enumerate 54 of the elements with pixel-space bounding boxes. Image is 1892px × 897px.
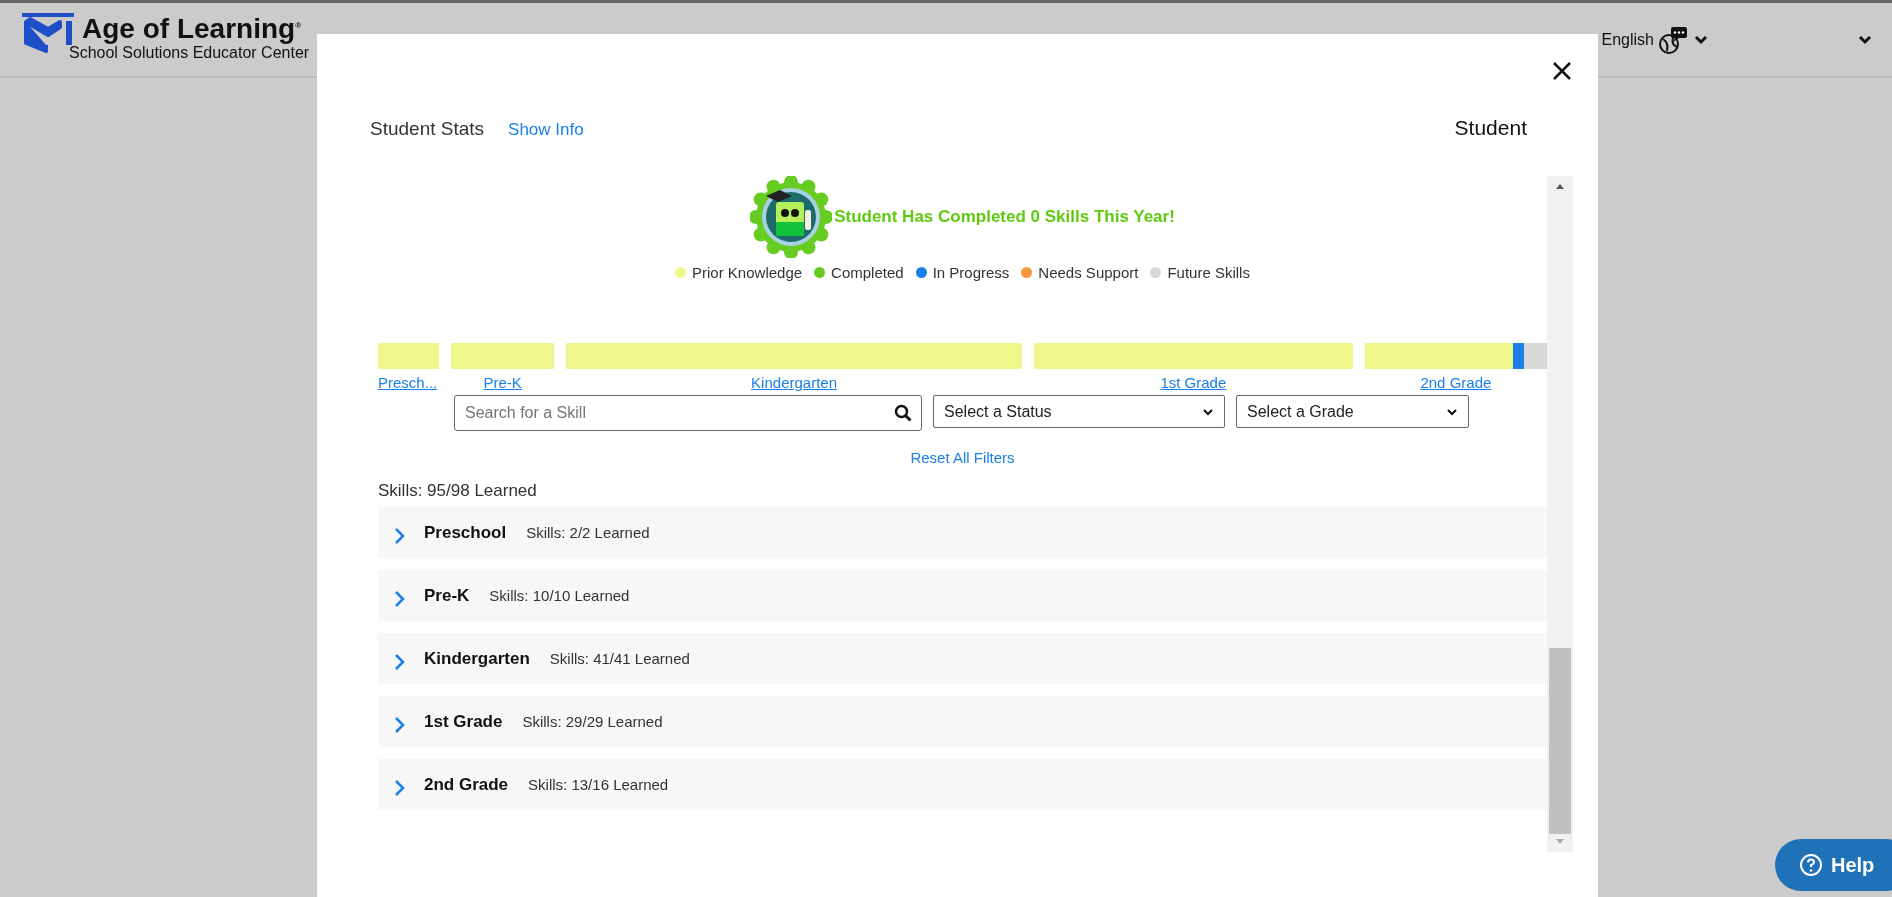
grade-accordion[interactable]: Preschool Skills: 2/2 Learned <box>378 507 1547 558</box>
reset-filters-link[interactable]: Reset All Filters <box>910 449 1015 466</box>
search-field[interactable]: Search for a Skill <box>454 395 922 431</box>
caret-icon <box>1694 35 1708 45</box>
grade-accordion[interactable]: Pre-K Skills: 10/10 Learned <box>378 570 1547 621</box>
status-dropdown[interactable]: Select a Status <box>933 395 1225 428</box>
grade-link[interactable]: 2nd Grade <box>1420 374 1492 391</box>
grade-link[interactable]: Kindergarten <box>751 374 837 391</box>
grade-accordion[interactable]: Kindergarten Skills: 41/41 Learned <box>378 633 1547 684</box>
legend-label: Needs Support <box>1038 264 1139 281</box>
grade-summary: Skills: 41/41 Learned <box>549 650 690 667</box>
legend-label: Prior Knowledge <box>692 264 803 281</box>
grade-link[interactable]: Presch... <box>378 374 438 391</box>
student-name: Student <box>1454 116 1527 140</box>
grade-link[interactable]: Pre-K <box>483 374 522 391</box>
grade-name: Pre-K <box>424 585 470 606</box>
show-info-link[interactable]: Show Info <box>508 120 584 140</box>
chevron-icon <box>394 715 406 734</box>
grade-summary: Skills: 13/16 Learned <box>528 776 669 793</box>
mascot-badge-icon <box>750 176 833 258</box>
chevron-icon <box>394 778 406 797</box>
help-icon <box>1799 853 1823 877</box>
chevron-icon <box>394 589 406 608</box>
chevron-icon <box>394 526 406 545</box>
search-icon <box>894 404 912 422</box>
site-subtitle: School Solutions Educator Center <box>69 44 310 62</box>
dialog-title: Student Stats <box>370 118 485 140</box>
scrollbar[interactable] <box>1547 176 1573 852</box>
grade-summary: Skills: 29/29 Learned <box>522 713 663 730</box>
grade-name: 1st Grade <box>424 711 503 732</box>
grade-accordion[interactable]: 2nd Grade Skills: 13/16 Learned <box>378 759 1547 810</box>
grade-name: Preschool <box>424 522 507 543</box>
grade-dropdown[interactable]: Select a Grade <box>1236 395 1469 428</box>
caret-icon <box>1202 407 1214 416</box>
grade-summary: Skills: 10/10 Learned <box>489 587 630 604</box>
completion-message: Student Has Completed 0 Skills This Year! <box>834 207 1175 227</box>
grade-summary: Skills: 2/2 Learned <box>526 524 650 541</box>
grade-link[interactable]: 1st Grade <box>1160 374 1227 391</box>
close-icon[interactable] <box>1552 61 1572 81</box>
scroll-up-icon[interactable] <box>1555 182 1565 190</box>
chevron-icon <box>394 652 406 671</box>
legend-label: Future Skills <box>1167 264 1250 281</box>
chevron-down-icon[interactable] <box>1858 35 1872 45</box>
logo-text: Age of Learning$^{®}$ <box>82 13 302 43</box>
legend-label: Completed <box>831 264 904 281</box>
grade-accordion[interactable]: 1st Grade Skills: 29/29 Learned <box>378 696 1547 747</box>
help-button[interactable]: Help <box>1775 839 1892 891</box>
skills-total: Skills: 95/98 Learned <box>378 481 538 501</box>
grade-name: Kindergarten <box>424 648 530 669</box>
caret-icon <box>1446 407 1458 416</box>
scrollbar-thumb[interactable] <box>1549 648 1571 834</box>
grade-name: 2nd Grade <box>424 774 509 795</box>
legend-label: In Progress <box>932 264 1010 281</box>
language-selector[interactable]: English <box>1601 25 1708 55</box>
